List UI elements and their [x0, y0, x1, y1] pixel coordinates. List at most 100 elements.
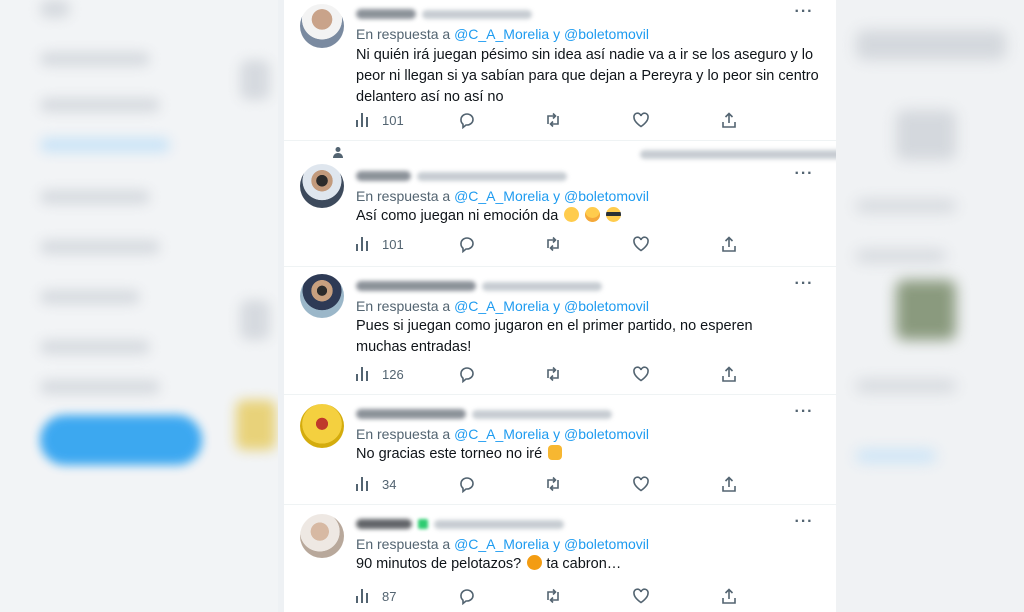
mention-link[interactable]: @C_A_Morelia y @boletomovil [454, 536, 649, 552]
avatar[interactable] [300, 514, 344, 558]
mention-link[interactable]: @C_A_Morelia y @boletomovil [454, 298, 649, 314]
like-icon [633, 588, 649, 604]
tweet-2[interactable]: ··· En respuesta a @C_A_Morelia y @bolet… [284, 140, 836, 267]
tweet-text: Así como juegan ni emoción da [356, 208, 559, 224]
like-icon [633, 236, 649, 252]
mention-link[interactable]: @C_A_Morelia y @boletomovil [454, 188, 649, 204]
share-icon [722, 588, 736, 604]
reply-context: En respuesta a @C_A_Morelia y @boletomov… [356, 188, 649, 204]
reply-prefix: En respuesta a [356, 298, 451, 314]
tweet-actions: 126 [354, 364, 774, 384]
reply-button[interactable] [458, 586, 476, 606]
blurred-author[interactable] [356, 170, 567, 182]
like-icon [633, 366, 649, 382]
reply-button[interactable] [458, 474, 476, 494]
reply-context: En respuesta a @C_A_Morelia y @boletomov… [356, 298, 649, 314]
reply-context: En respuesta a @C_A_Morelia y @boletomov… [356, 536, 649, 552]
reply-prefix: En respuesta a [356, 188, 451, 204]
tweet-text: No gracias este torneo no iré [356, 446, 543, 462]
avatar[interactable] [300, 404, 344, 448]
views-icon [356, 367, 368, 381]
like-button[interactable] [632, 110, 650, 130]
retweet-icon [547, 366, 559, 382]
reply-context: En respuesta a @C_A_Morelia y @boletomov… [356, 426, 649, 442]
avatar[interactable] [300, 164, 344, 208]
reply-icon [460, 477, 474, 493]
retweet-icon [547, 588, 559, 604]
retweet-button[interactable] [544, 474, 562, 494]
like-icon [633, 476, 649, 492]
blurred-right-sidebar [836, 0, 1024, 612]
more-icon[interactable]: ··· [792, 514, 816, 534]
views-button[interactable]: 87 [354, 586, 396, 606]
avatar[interactable] [300, 274, 344, 318]
views-count: 87 [382, 588, 397, 604]
retweet-button[interactable] [544, 364, 562, 384]
views-button[interactable]: 126 [354, 364, 404, 384]
views-count: 101 [382, 112, 404, 128]
share-button[interactable] [720, 586, 738, 606]
thumbs-down-emoji [548, 445, 563, 460]
mention-link[interactable]: @C_A_Morelia y @boletomovil [454, 426, 649, 442]
reply-button[interactable] [458, 364, 476, 384]
like-button[interactable] [632, 364, 650, 384]
blurred-author[interactable] [356, 8, 532, 20]
sunglasses-face-emoji [606, 207, 622, 222]
more-icon[interactable]: ··· [792, 276, 816, 296]
more-icon[interactable]: ··· [792, 4, 816, 24]
reply-icon [460, 367, 474, 383]
blurred-tweet-button[interactable] [40, 415, 202, 465]
blurred-author[interactable] [356, 408, 612, 420]
tweet-text-row: No gracias este torneo no iré [356, 444, 826, 465]
reply-context: En respuesta a @C_A_Morelia y @boletomov… [356, 26, 649, 42]
tweet-text-row: 90 minutos de pelotazos? ta cabron… [356, 554, 826, 575]
views-button[interactable]: 34 [354, 474, 396, 494]
more-icon[interactable]: ··· [792, 166, 816, 186]
tweet-text: Ni quién irá juegan pésimo sin idea así … [356, 47, 819, 105]
mention-link[interactable]: @C_A_Morelia y @boletomovil [454, 26, 649, 42]
share-button[interactable] [720, 234, 738, 254]
views-icon [356, 589, 368, 603]
like-button[interactable] [632, 474, 650, 494]
more-icon[interactable]: ··· [792, 404, 816, 424]
tweet-1[interactable]: ··· En respuesta a @C_A_Morelia y @bolet… [284, 0, 836, 141]
share-button[interactable] [720, 364, 738, 384]
avatar[interactable] [300, 4, 344, 48]
tweet-4[interactable]: ··· En respuesta a @C_A_Morelia y @bolet… [284, 394, 836, 505]
blurred-author[interactable] [356, 280, 602, 292]
tweet-3[interactable]: ··· En respuesta a @C_A_Morelia y @bolet… [284, 266, 836, 395]
views-count: 34 [382, 476, 397, 492]
retweet-icon [547, 476, 559, 492]
hugging-face-emoji [564, 207, 580, 222]
relieved-face-emoji [585, 207, 601, 222]
share-icon [722, 236, 736, 252]
views-icon [356, 113, 368, 127]
reply-icon [460, 589, 474, 605]
tweet-text: 90 minutos de pelotazos? [356, 556, 522, 572]
retweet-button[interactable] [544, 586, 562, 606]
retweet-button[interactable] [544, 234, 562, 254]
reply-icon [460, 113, 474, 129]
tweet-text-tail: ta cabron… [546, 556, 622, 572]
views-icon [356, 237, 368, 251]
views-button[interactable]: 101 [354, 234, 404, 254]
tweet-5[interactable]: ··· En respuesta a @C_A_Morelia y @bolet… [284, 504, 836, 612]
like-button[interactable] [632, 586, 650, 606]
retweet-icon [547, 112, 559, 128]
tweet-text: Pues si juegan como jugaron en el primer… [356, 318, 753, 355]
reply-icon [460, 237, 474, 253]
reply-prefix: En respuesta a [356, 426, 451, 442]
tweet-actions: 34 [354, 474, 774, 494]
like-button[interactable] [632, 234, 650, 254]
share-button[interactable] [720, 474, 738, 494]
views-count: 101 [382, 236, 404, 252]
views-count: 126 [382, 366, 404, 382]
views-icon [356, 477, 368, 491]
retweet-button[interactable] [544, 110, 562, 130]
tweet-actions: 101 [354, 234, 774, 254]
reply-button[interactable] [458, 234, 476, 254]
reply-button[interactable] [458, 110, 476, 130]
views-button[interactable]: 101 [354, 110, 404, 130]
share-button[interactable] [720, 110, 738, 130]
blurred-author[interactable] [356, 518, 564, 530]
